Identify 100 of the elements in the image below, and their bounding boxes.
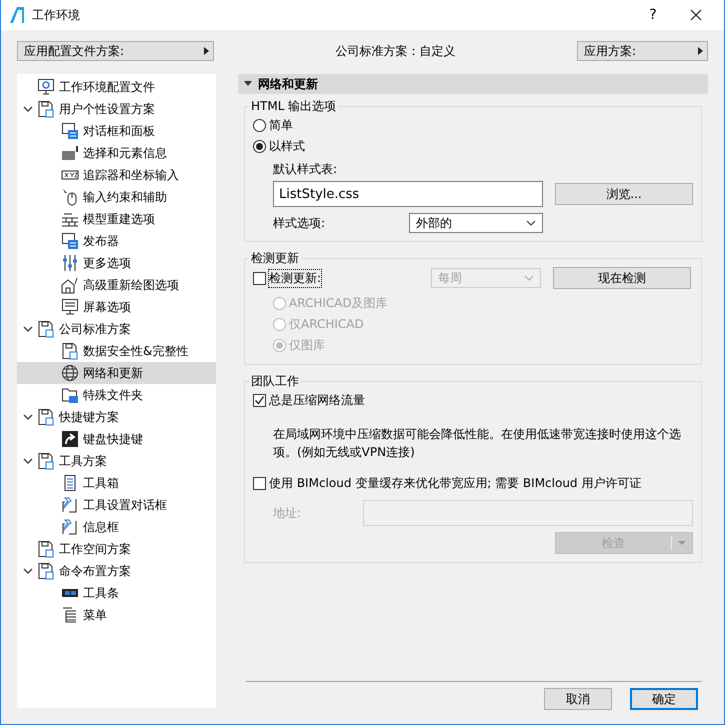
tree-label: 信息框 <box>83 518 119 536</box>
chevron-icon[interactable] <box>23 566 33 576</box>
profile-menu-button[interactable]: 应用配置文件方案: <box>17 41 214 61</box>
tree-item[interactable]: 模型重建选项 <box>17 208 216 230</box>
style-dropdown[interactable]: 外部的 <box>409 213 543 233</box>
radio-button[interactable] <box>253 119 266 132</box>
checkbox[interactable] <box>253 272 266 284</box>
tree-item[interactable]: 工具设置对话框 <box>17 494 216 516</box>
tree-item[interactable]: 工具箱 <box>17 472 216 494</box>
browse-button[interactable]: 浏览... <box>555 183 693 205</box>
tree-label: 模型重建选项 <box>83 210 155 228</box>
tree-item[interactable]: 屏幕选项 <box>17 296 216 318</box>
tree-item[interactable]: 数据安全性&完整性 <box>17 340 216 362</box>
toolbar-icon <box>62 589 78 597</box>
dialog-button[interactable]: 取消 <box>544 688 612 710</box>
globe-icon <box>62 365 78 381</box>
check-now-button[interactable]: 现在检测 <box>553 267 691 289</box>
sliders-icon <box>63 254 77 272</box>
mouse-icon <box>63 189 76 206</box>
tree-label: 快捷键方案 <box>59 408 119 426</box>
chevron-down-icon <box>524 275 534 281</box>
tree-label: 键盘快捷键 <box>83 430 143 448</box>
tree-item[interactable]: 工作空间方案 <box>17 538 216 560</box>
field-label: 地址: <box>273 504 302 522</box>
tree-item[interactable]: 工作环境配置文件 <box>17 76 216 98</box>
tree-item[interactable]: 工具条 <box>17 582 216 604</box>
checkbox-label: 总是压缩网络流量 <box>269 392 365 409</box>
radio-label: 仅ARCHICAD <box>289 316 364 333</box>
checkbox-label: 使用 BIMcloud 变量缓存来优化带宽应用; 需要 BIMcloud 用户许可证 <box>269 475 642 492</box>
close-icon[interactable] <box>690 9 702 21</box>
tree-label: 对话框和面板 <box>83 122 155 140</box>
tree-item[interactable]: 键盘快捷键 <box>17 428 216 450</box>
tree-label: 更多选项 <box>83 254 131 272</box>
apply-scheme-button[interactable]: 应用方案: <box>577 41 708 61</box>
tree-item[interactable]: 网络和更新 <box>17 362 216 384</box>
radio-label: 仅图库 <box>289 337 325 354</box>
folder-icon <box>62 388 78 403</box>
radio-label: 以样式 <box>269 138 305 155</box>
radio-label: 简单 <box>269 117 293 134</box>
company-scheme-label: 公司标准方案：自定义 <box>334 42 456 60</box>
tree-item[interactable]: 工具方案 <box>17 450 216 472</box>
tree-label: 追踪器和坐标输入 <box>83 166 179 184</box>
tree-label: 用户个性设置方案 <box>59 100 155 118</box>
tree-label: 工作空间方案 <box>59 540 131 558</box>
menu-icon <box>62 608 76 622</box>
dialog-button[interactable]: 确定 <box>630 688 698 710</box>
xyz-icon <box>62 170 78 180</box>
radio-button[interactable] <box>253 140 266 153</box>
bricks-icon <box>62 214 78 226</box>
group-title: 团队工作 <box>250 373 300 390</box>
chevron-icon[interactable] <box>23 324 33 334</box>
tree-item[interactable]: 信息框 <box>17 516 216 538</box>
tree-item[interactable]: 特殊文件夹 <box>17 384 216 406</box>
tree-item[interactable]: 发布器 <box>17 230 216 252</box>
tree-label: 公司标准方案 <box>59 320 131 338</box>
house-icon <box>62 278 78 294</box>
checkbox[interactable] <box>253 477 266 490</box>
tree-item[interactable]: 追踪器和坐标输入 <box>17 164 216 186</box>
tree-label: 工具箱 <box>83 474 119 492</box>
window-title: 工作环境 <box>32 6 81 24</box>
tree-label: 工作环境配置文件 <box>59 78 155 96</box>
collapse-triangle-icon <box>244 81 252 87</box>
toolbox-icon <box>64 475 76 491</box>
triangle-right-icon <box>203 47 209 55</box>
window-list-icon <box>62 123 78 139</box>
group-title: HTML 输出选项 <box>250 98 338 115</box>
tree-item[interactable]: 公司标准方案 <box>17 318 216 340</box>
field-label: 样式选项: <box>273 214 326 232</box>
dropdown-triangle-icon <box>678 541 686 545</box>
window-list-icon <box>62 233 78 249</box>
monitor-icon <box>62 299 78 314</box>
chevron-icon[interactable] <box>23 456 33 466</box>
checkbox[interactable] <box>253 394 266 407</box>
chevron-icon[interactable] <box>23 412 33 422</box>
tree-label: 屏幕选项 <box>83 298 131 316</box>
tree-label: 特殊文件夹 <box>83 386 143 404</box>
help-text: 在局域网环境中压缩数据可能会降低性能。在使用低速带宽连接时使用这个选项。(例如无线或VPN连接) <box>272 426 682 461</box>
tree-item[interactable]: 菜单 <box>17 604 216 626</box>
tree-label: 发布器 <box>83 232 119 250</box>
group-title: 检测更新 <box>250 250 300 267</box>
tree-item[interactable]: 输入约束和辅助 <box>17 186 216 208</box>
tree-item[interactable]: 对话框和面板 <box>17 120 216 142</box>
triangle-right-icon <box>697 47 703 55</box>
tree-item[interactable]: 用户个性设置方案 <box>17 98 216 120</box>
tree-label: 菜单 <box>83 606 107 624</box>
help-button[interactable]: ? <box>633 7 673 23</box>
tree-item[interactable]: 更多选项 <box>17 252 216 274</box>
tree-item[interactable]: 快捷键方案 <box>17 406 216 428</box>
checkbox-label: 检测更新: <box>269 270 322 286</box>
tree-item[interactable]: 命令布置方案 <box>17 560 216 582</box>
radio-label: ARCHICAD及图库 <box>289 295 388 312</box>
stylesheet-field[interactable]: ListStyle.css <box>273 181 543 207</box>
tree-item[interactable]: 高级重新绘图选项 <box>17 274 216 296</box>
tree-label: 工具方案 <box>59 452 107 470</box>
chevron-icon[interactable] <box>23 104 33 114</box>
section-header[interactable]: 网络和更新 <box>238 74 708 94</box>
field-label: 默认样式表: <box>273 161 338 178</box>
tree-item[interactable]: 选择和元素信息 <box>17 142 216 164</box>
tree-label: 数据安全性&完整性 <box>83 342 188 360</box>
tree-label: 网络和更新 <box>83 364 143 382</box>
